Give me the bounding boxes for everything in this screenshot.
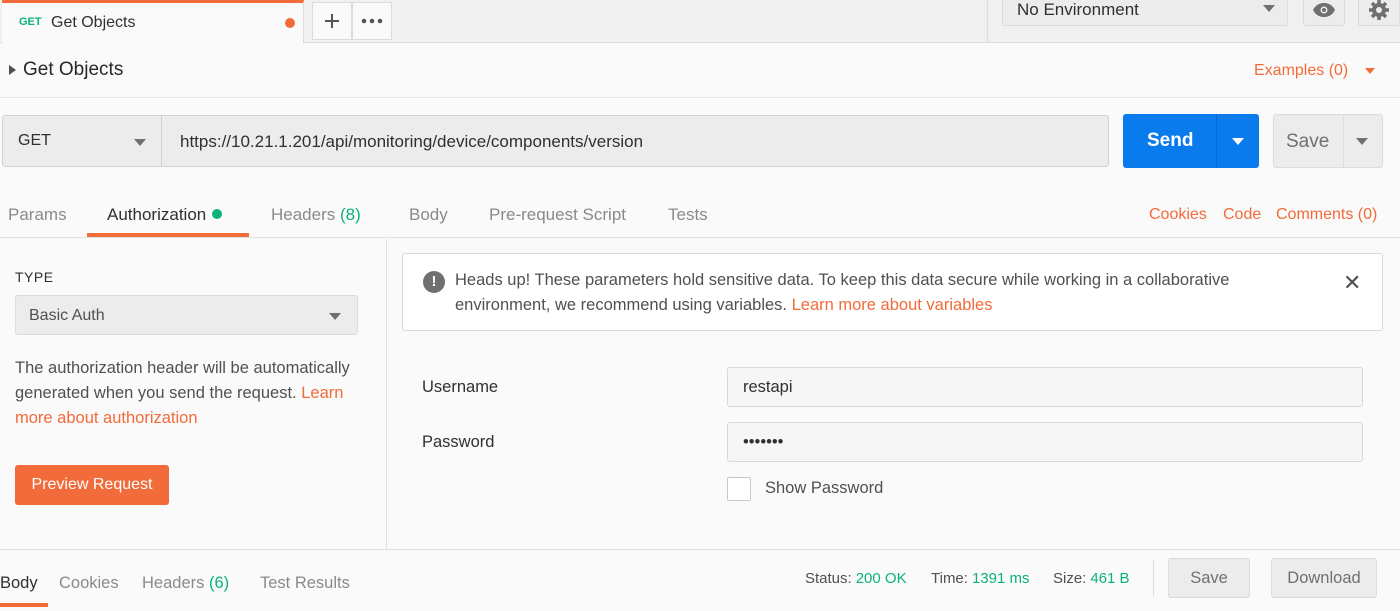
method-select[interactable]: GET <box>2 115 162 167</box>
tab-headers-label: Headers <box>271 205 336 224</box>
save-button-label: Save <box>1286 131 1330 152</box>
chevron-down-icon <box>134 139 146 146</box>
plus-icon <box>325 14 339 28</box>
tab-bar: GET Get Objects No Environment <box>0 0 1400 43</box>
send-button-divider <box>1216 114 1217 168</box>
cookies-link[interactable]: Cookies <box>1149 206 1207 224</box>
postman-window: GET Get Objects No Environment Get Objec… <box>0 0 1400 611</box>
save-button-divider <box>1343 115 1344 167</box>
chevron-down-icon <box>1263 5 1275 12</box>
preview-request-button[interactable]: Preview Request <box>15 465 169 505</box>
url-input-value: https://10.21.1.201/api/monitoring/devic… <box>180 132 644 151</box>
response-divider <box>1153 560 1154 596</box>
settings-button[interactable] <box>1358 0 1400 26</box>
save-options-chevron-icon[interactable] <box>1356 138 1368 145</box>
username-label: Username <box>422 378 499 396</box>
password-label: Password <box>422 433 495 451</box>
gear-icon <box>1369 0 1389 20</box>
response-size: Size: 461 B <box>1053 570 1130 587</box>
send-button[interactable]: Send <box>1123 114 1259 168</box>
request-tab-get-objects[interactable]: GET Get Objects <box>2 0 304 43</box>
tab-body[interactable]: Body <box>409 205 448 225</box>
tab-headers[interactable]: Headers (8) <box>271 205 361 225</box>
auth-type-value: Basic Auth <box>29 307 105 324</box>
username-input[interactable]: restapi <box>727 367 1363 407</box>
save-request-button[interactable]: Save <box>1273 114 1383 168</box>
tab-authorization[interactable]: Authorization <box>107 205 223 225</box>
save-response-button[interactable]: Save <box>1168 558 1250 598</box>
unsaved-changes-dot <box>285 18 295 28</box>
learn-more-variables-link[interactable]: Learn more about variables <box>792 296 993 314</box>
tab-params[interactable]: Params <box>8 205 67 225</box>
show-password-label[interactable]: Show Password <box>765 479 883 498</box>
time-value: 1391 ms <box>971 570 1030 587</box>
username-value: restapi <box>743 378 793 396</box>
response-tab-cookies[interactable]: Cookies <box>59 574 119 593</box>
auth-description: The authorization header will be automat… <box>15 356 365 431</box>
tab-tests[interactable]: Tests <box>668 205 708 225</box>
url-input[interactable]: https://10.21.1.201/api/monitoring/devic… <box>161 115 1109 167</box>
banner-message: Heads up! These parameters hold sensitiv… <box>455 268 1325 318</box>
code-link[interactable]: Code <box>1223 206 1261 224</box>
tab-headers-count: (8) <box>340 205 361 224</box>
env-divider <box>987 0 988 43</box>
size-label: Size: <box>1053 570 1087 587</box>
status-label: Status: <box>805 570 852 587</box>
request-tab-method: GET <box>19 16 42 28</box>
auth-type-select[interactable]: Basic Auth <box>15 295 358 335</box>
response-active-underline <box>0 603 48 607</box>
send-button-label: Send <box>1147 130 1194 151</box>
info-icon: ! <box>423 271 445 293</box>
show-password-checkbox[interactable] <box>727 477 751 501</box>
active-tab-underline <box>87 233 249 237</box>
chevron-down-icon <box>329 313 341 320</box>
request-tab-name: Get Objects <box>51 14 136 31</box>
auth-type-panel: TYPE Basic Auth The authorization header… <box>0 239 387 549</box>
time-label: Time: <box>931 570 968 587</box>
password-value: ••••••• <box>743 433 784 451</box>
request-title-row: Get Objects Examples (0) <box>0 44 1400 98</box>
tab-options-button[interactable] <box>352 2 392 40</box>
method-select-value: GET <box>18 132 51 149</box>
password-input[interactable]: ••••••• <box>727 422 1363 462</box>
environment-select[interactable]: No Environment <box>1002 0 1288 26</box>
response-tab-headers-label: Headers <box>142 574 205 592</box>
eye-icon <box>1313 3 1335 17</box>
sensitive-data-banner: ! Heads up! These parameters hold sensit… <box>402 253 1383 331</box>
tab-pre-request-script[interactable]: Pre-request Script <box>489 205 626 225</box>
auth-active-dot <box>212 209 223 219</box>
response-tab-test-results[interactable]: Test Results <box>260 574 350 593</box>
auth-type-label: TYPE <box>15 269 54 285</box>
more-horizontal-icon <box>361 18 383 24</box>
response-tab-headers[interactable]: Headers (6) <box>142 574 229 593</box>
response-status: Status: 200 OK <box>805 570 907 587</box>
request-title[interactable]: Get Objects <box>23 59 123 81</box>
response-time: Time: 1391 ms <box>931 570 1030 587</box>
environment-select-value: No Environment <box>1017 0 1139 19</box>
examples-link[interactable]: Examples (0) <box>1254 62 1348 80</box>
chevron-down-icon[interactable] <box>1365 68 1375 74</box>
comments-link[interactable]: Comments (0) <box>1276 206 1377 224</box>
download-response-button[interactable]: Download <box>1271 558 1377 598</box>
send-options-chevron-icon[interactable] <box>1232 138 1244 145</box>
tab-authorization-label: Authorization <box>107 205 207 224</box>
status-value: 200 OK <box>855 570 907 587</box>
expand-triangle-icon[interactable] <box>9 65 16 75</box>
request-tabs: Params Authorization Headers (8) Body Pr… <box>0 190 1400 238</box>
size-value: 461 B <box>1090 570 1130 587</box>
new-tab-button[interactable] <box>312 2 352 40</box>
response-tab-headers-count: (6) <box>208 574 230 592</box>
response-bar: Body Cookies Headers (6) Test Results St… <box>0 549 1400 611</box>
close-icon[interactable]: ✕ <box>1343 270 1361 296</box>
response-tab-body[interactable]: Body <box>0 574 38 593</box>
environment-quick-look-button[interactable] <box>1303 0 1345 26</box>
auth-description-text: The authorization header will be automat… <box>15 359 350 402</box>
